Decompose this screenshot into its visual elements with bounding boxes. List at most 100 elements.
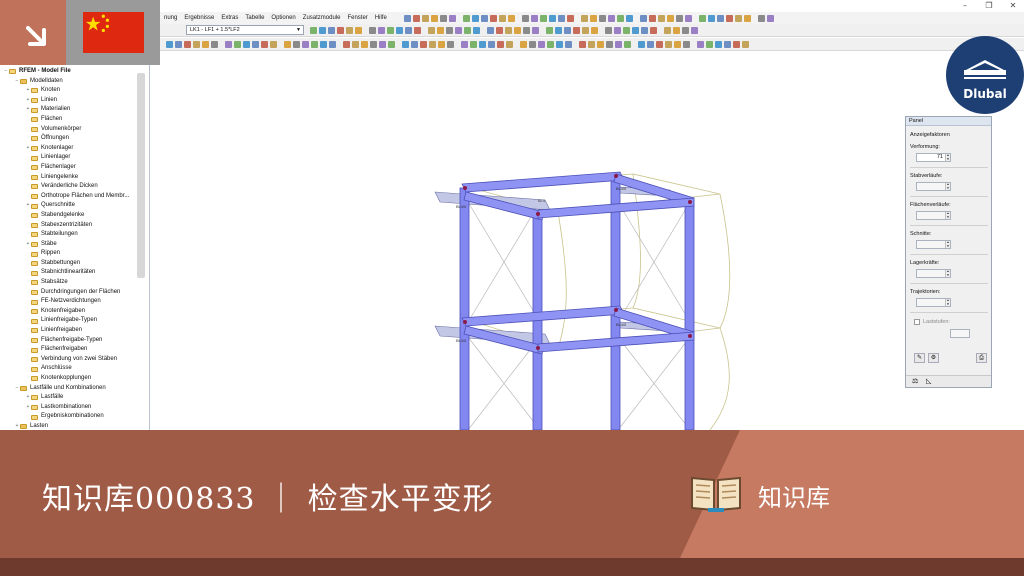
toolbar-tool-icon[interactable] (521, 14, 529, 22)
toolbar-tool-icon[interactable] (664, 26, 671, 34)
toolbar-tool-icon[interactable] (387, 26, 394, 34)
tree-item[interactable]: Linienfreigabe-Typen (3, 316, 129, 326)
toolbar-tool-icon[interactable] (529, 40, 536, 48)
tree-item[interactable]: − Lastfälle und Kombinationen (3, 384, 129, 394)
edit-button[interactable]: ✎ (914, 353, 925, 363)
toolbar-tool-icon[interactable] (461, 40, 468, 48)
tree-item[interactable]: Veränderliche Dicken (3, 182, 129, 192)
toolbar-tool-icon[interactable] (555, 26, 562, 34)
toolbar-tool-icon[interactable] (538, 40, 545, 48)
deformation-factor-input[interactable]: 71 ▲ ▼ (916, 153, 951, 162)
tree-item[interactable]: Knotenfreigaben (3, 307, 129, 317)
toolbar-tool-icon[interactable] (496, 26, 503, 34)
toolbar-tool-icon[interactable] (346, 26, 353, 34)
toolbar-tool-icon[interactable] (302, 40, 309, 48)
toolbar-tool-icon[interactable] (742, 40, 749, 48)
toolbar-tool-icon[interactable] (615, 40, 622, 48)
toolbar-tool-icon[interactable] (638, 40, 645, 48)
toolbar-tool-icon[interactable] (591, 26, 598, 34)
toolbar-tool-icon[interactable] (606, 40, 613, 48)
load-steps-checkbox[interactable] (914, 319, 920, 325)
toolbar-tool-icon[interactable] (437, 26, 444, 34)
toolbar-tool-icon[interactable] (698, 14, 706, 22)
sections-input[interactable]: ▲ ▼ (916, 240, 951, 249)
toolbar-tool-icon[interactable] (310, 26, 317, 34)
toolbar-tool-icon[interactable] (657, 14, 665, 22)
tree-item[interactable]: Orthotrope Flächen und Membr... (3, 192, 129, 202)
toolbar-tool-icon[interactable] (743, 14, 751, 22)
toolbar-tool-icon[interactable] (588, 40, 595, 48)
toolbar-tool-icon[interactable] (234, 40, 241, 48)
toolbar-tool-icon[interactable] (556, 40, 563, 48)
toolbar-tool-icon[interactable] (733, 40, 740, 48)
toolbar-tool-icon[interactable] (625, 14, 633, 22)
toolbar-tool-icon[interactable] (734, 14, 742, 22)
toolbar-tool-icon[interactable] (539, 14, 547, 22)
toolbar-tool-icon[interactable] (473, 26, 480, 34)
tree-item[interactable]: Rippen (3, 249, 129, 259)
tree-item[interactable]: + Lastkombinationen (3, 403, 129, 413)
toolbar-tool-icon[interactable] (665, 40, 672, 48)
toolbar-tool-icon[interactable] (616, 14, 624, 22)
menu-ergebnisse[interactable]: Ergebnisse (184, 15, 214, 21)
toolbar-tool-icon[interactable] (589, 14, 597, 22)
toolbar-tool-icon[interactable] (757, 14, 765, 22)
tree-item[interactable]: Flächenfreigaben (3, 345, 129, 355)
toolbar-tool-icon[interactable] (564, 26, 571, 34)
toolbar-tool-icon[interactable] (520, 40, 527, 48)
toolbar-tool-icon[interactable] (641, 26, 648, 34)
tree-item[interactable]: Verbindung von zwei Stäben (3, 355, 129, 365)
toolbar-tool-icon[interactable] (293, 40, 300, 48)
toolbar-tool-icon[interactable] (547, 40, 554, 48)
tree-root[interactable]: − RFEM - Model File (3, 67, 129, 77)
tree-item[interactable]: Volumenkörper (3, 125, 129, 135)
toolbar-tool-icon[interactable] (414, 26, 421, 34)
toolbar-tool-icon[interactable] (405, 26, 412, 34)
settings-button[interactable]: ⚙ (928, 353, 939, 363)
toolbar-tool-icon[interactable] (546, 26, 553, 34)
toolbar-tool-icon[interactable] (343, 40, 350, 48)
toolbar-tool-icon[interactable] (506, 40, 513, 48)
tree-item[interactable]: Linienlager (3, 153, 129, 163)
menu-tabelle[interactable]: Tabelle (245, 15, 264, 21)
toolbar-tool-icon[interactable] (311, 40, 318, 48)
toolbar-tool-icon[interactable] (766, 14, 774, 22)
toolbar-tool-icon[interactable] (369, 26, 376, 34)
toolbar-tool-icon[interactable] (388, 40, 395, 48)
toolbar-tool-icon[interactable] (328, 26, 335, 34)
toolbar-tool-icon[interactable] (396, 26, 403, 34)
toolbar-tool-icon[interactable] (184, 40, 191, 48)
member-diagrams-input[interactable]: ▲ ▼ (916, 182, 951, 191)
menu-optionen[interactable]: Optionen (271, 15, 295, 21)
tree-item[interactable]: + Lasten (3, 422, 129, 430)
toolbar-tool-icon[interactable] (607, 14, 615, 22)
toolbar-tool-icon[interactable] (480, 14, 488, 22)
tree-item[interactable]: + Knoten (3, 86, 129, 96)
toolbar-tool-icon[interactable] (411, 40, 418, 48)
tree-item[interactable]: + Stäbe (3, 240, 129, 250)
toolbar-tool-icon[interactable] (202, 40, 209, 48)
tree-item[interactable]: + Knotenlager (3, 144, 129, 154)
toolbar-tool-icon[interactable] (487, 26, 494, 34)
tree-item[interactable]: Öffnungen (3, 134, 129, 144)
toolbar-tool-icon[interactable] (225, 40, 232, 48)
tree-item[interactable]: Anschlüsse (3, 364, 129, 374)
ruler-icon[interactable]: ◺ (926, 377, 931, 385)
toolbar-tool-icon[interactable] (565, 40, 572, 48)
navigator-scrollbar[interactable] (137, 73, 145, 278)
toolbar-tool-icon[interactable] (557, 14, 565, 22)
toolbar-tool-icon[interactable] (684, 14, 692, 22)
toolbar-tool-icon[interactable] (673, 26, 680, 34)
toolbar-tool-icon[interactable] (479, 40, 486, 48)
tree-item[interactable]: Stabnichtlinearitäten (3, 268, 129, 278)
tree-item[interactable]: Liniengelenke (3, 173, 129, 183)
stepper-icon[interactable]: ▲ ▼ (945, 182, 950, 190)
trajectories-input[interactable]: ▲ ▼ (916, 298, 951, 307)
toolbar-tool-icon[interactable] (691, 26, 698, 34)
toolbar-tool-icon[interactable] (320, 40, 327, 48)
toolbar-tool-icon[interactable] (605, 26, 612, 34)
toolbar-tool-icon[interactable] (532, 26, 539, 34)
toolbar-tool-icon[interactable] (402, 40, 409, 48)
menu-extras[interactable]: Extras (221, 15, 238, 21)
toolbar-tool-icon[interactable] (614, 26, 621, 34)
